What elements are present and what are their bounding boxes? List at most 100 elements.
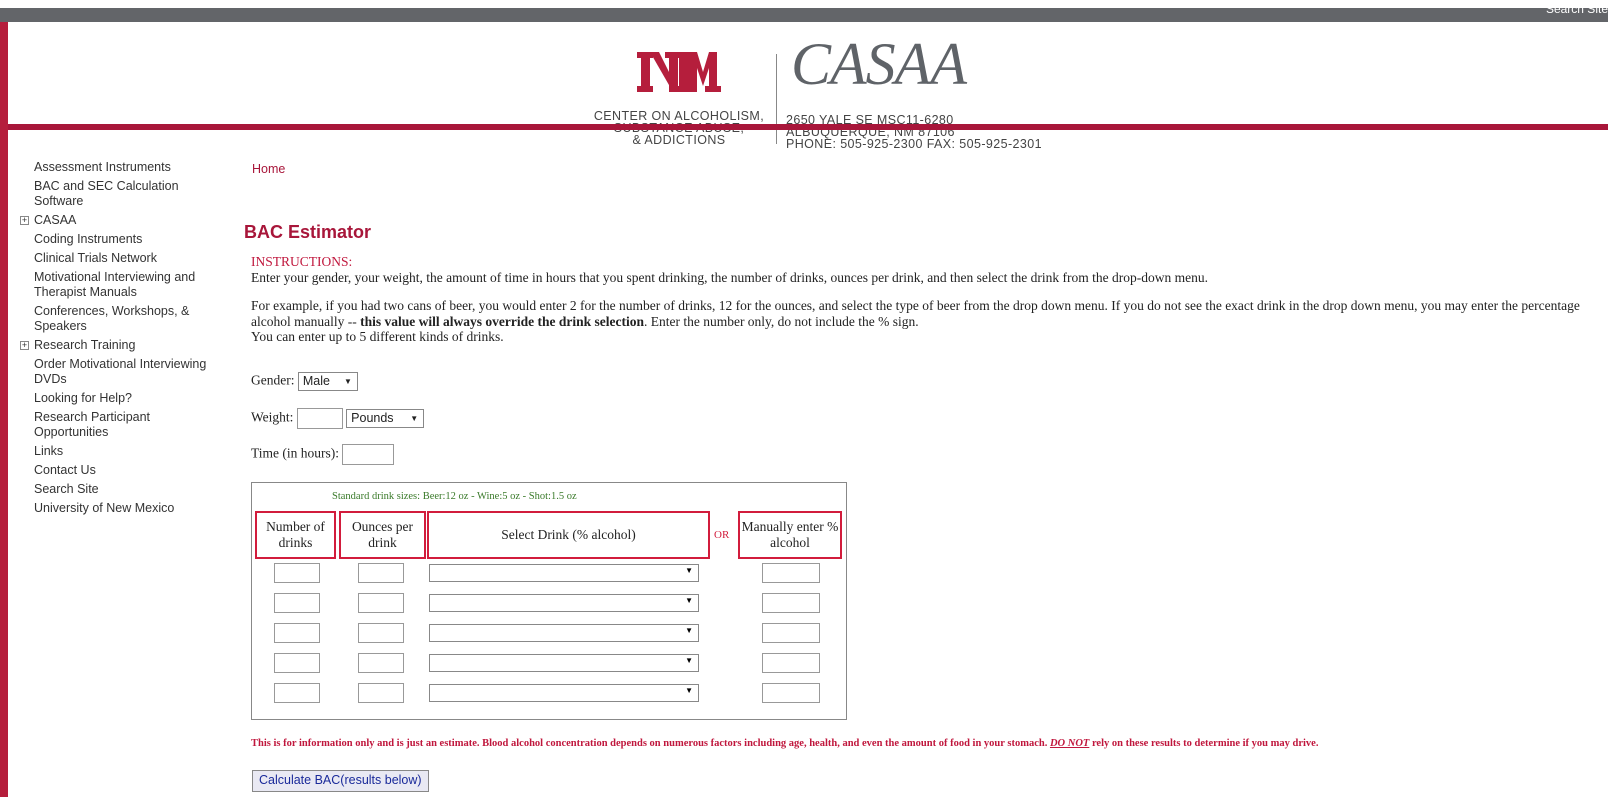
manual-alcohol-input[interactable] bbox=[762, 683, 820, 703]
manual-alcohol-input[interactable] bbox=[762, 593, 820, 613]
drink-select[interactable]: ▼ bbox=[429, 624, 699, 642]
dropdown-arrow-icon: ▼ bbox=[685, 686, 693, 695]
weight-label: Weight: bbox=[251, 409, 294, 425]
instructions-title: INSTRUCTIONS: bbox=[251, 254, 353, 269]
number-of-drinks-input[interactable] bbox=[274, 563, 320, 583]
sidebar-nav: Assessment Instruments BAC and SEC Calcul… bbox=[20, 158, 210, 518]
gender-selected: Male bbox=[302, 374, 330, 388]
dropdown-arrow-icon: ▼ bbox=[685, 656, 693, 665]
gender-select[interactable]: Male ▼ bbox=[297, 372, 358, 391]
sidebar-item-label: Search Site bbox=[34, 482, 99, 496]
drink-select[interactable]: ▼ bbox=[429, 564, 699, 582]
address-line: PHONE: 505-925-2300 FAX: 505-925-2301 bbox=[786, 137, 1042, 151]
ounces-per-drink-input[interactable] bbox=[358, 683, 404, 703]
weight-row: Weight: Pounds ▼ bbox=[251, 408, 425, 429]
number-of-drinks-input[interactable] bbox=[274, 653, 320, 673]
sidebar-item[interactable]: Assessment Instruments bbox=[20, 158, 210, 177]
time-row: Time (in hours): bbox=[251, 444, 395, 465]
drink-select[interactable]: ▼ bbox=[429, 594, 699, 612]
sidebar-item-label: Clinical Trials Network bbox=[34, 251, 157, 265]
header-select-drink: Select Drink (% alcohol) bbox=[427, 511, 710, 559]
override-note: this value will always override the drin… bbox=[360, 313, 644, 329]
sidebar-item-label: Contact Us bbox=[34, 463, 96, 477]
disclaimer-text: This is for information only and is just… bbox=[251, 738, 1050, 749]
dropdown-arrow-icon: ▼ bbox=[685, 596, 693, 605]
instructions-line-3: You can enter up to 5 different kinds of… bbox=[251, 329, 504, 344]
manual-alcohol-input[interactable] bbox=[762, 563, 820, 583]
sidebar-item-label: Research Participant Opportunities bbox=[34, 410, 151, 439]
standard-drink-sizes: Standard drink sizes: Beer:12 oz - Wine:… bbox=[332, 491, 577, 502]
sidebar-item-label: Research Training bbox=[34, 338, 136, 352]
sidebar-item-label: Assessment Instruments bbox=[34, 160, 171, 174]
sidebar-item-label: Coding Instruments bbox=[34, 232, 143, 246]
search-site-link[interactable]: Search Site bbox=[1546, 2, 1608, 16]
instructions: INSTRUCTIONS: Enter your gender, your we… bbox=[251, 254, 1591, 345]
time-input[interactable] bbox=[342, 444, 395, 465]
or-label: OR bbox=[714, 529, 730, 541]
sidebar-item[interactable]: Search Site bbox=[20, 480, 210, 499]
unm-logo-icon[interactable] bbox=[633, 46, 725, 94]
header-manual-alcohol: Manually enter % alcohol bbox=[738, 511, 842, 559]
breadcrumb-home[interactable]: Home bbox=[252, 162, 285, 176]
dropdown-arrow-icon: ▼ bbox=[410, 414, 419, 423]
gender-label: Gender: bbox=[251, 372, 295, 388]
site-header: CASAA CENTER ON ALCOHOLISM, SUBSTANCE AB… bbox=[8, 22, 1608, 150]
sidebar-item-label: BAC and SEC Calculation Software bbox=[34, 179, 179, 208]
instructions-example: For example, if you had two cans of beer… bbox=[251, 298, 1591, 329]
expand-icon[interactable]: + bbox=[20, 341, 29, 350]
sidebar-item[interactable]: Research Participant Opportunities bbox=[20, 408, 210, 442]
sidebar-item[interactable]: Coding Instruments bbox=[20, 230, 210, 249]
sidebar-item[interactable]: Clinical Trials Network bbox=[20, 249, 210, 268]
calculate-bac-button[interactable]: Calculate BAC(results below) bbox=[252, 770, 429, 792]
number-of-drinks-input[interactable] bbox=[274, 593, 320, 613]
ounces-per-drink-input[interactable] bbox=[358, 623, 404, 643]
number-of-drinks-input[interactable] bbox=[274, 623, 320, 643]
page-title: BAC Estimator bbox=[244, 222, 372, 242]
ounces-per-drink-input[interactable] bbox=[358, 653, 404, 673]
top-bar: Search Site bbox=[0, 0, 1608, 22]
weight-unit-select[interactable]: Pounds ▼ bbox=[346, 409, 425, 428]
sidebar-item[interactable]: Looking for Help? bbox=[20, 389, 210, 408]
time-label: Time (in hours): bbox=[251, 445, 340, 461]
left-accent-bar bbox=[0, 22, 8, 797]
sidebar-item-label: Order Motivational Interviewing DVDs bbox=[34, 357, 207, 386]
dropdown-arrow-icon: ▼ bbox=[685, 626, 693, 635]
weight-input[interactable] bbox=[296, 408, 343, 429]
header-number-of-drinks: Number of drinks bbox=[255, 511, 336, 559]
sidebar-item[interactable]: University of New Mexico bbox=[20, 499, 210, 518]
sidebar-item[interactable]: Links bbox=[20, 442, 210, 461]
sidebar-item[interactable]: Conferences, Workshops, & Speakers bbox=[20, 302, 210, 336]
gender-row: Gender: Male ▼ bbox=[251, 372, 358, 391]
weight-unit-selected: Pounds bbox=[351, 411, 394, 425]
sidebar-item[interactable]: Motivational Interviewing and Therapist … bbox=[20, 268, 210, 302]
header-ounces-per-drink: Ounces per drink bbox=[339, 511, 426, 559]
sidebar-item-label: Links bbox=[34, 444, 64, 458]
sidebar-item-label: Motivational Interviewing and Therapist … bbox=[34, 270, 196, 299]
sidebar-item[interactable]: BAC and SEC Calculation Software bbox=[20, 177, 210, 211]
drinks-table: Standard drink sizes: Beer:12 oz - Wine:… bbox=[251, 482, 847, 720]
instructions-line-1: Enter your gender, your weight, the amou… bbox=[251, 269, 1208, 285]
sidebar-item-label: Conferences, Workshops, & Speakers bbox=[34, 304, 190, 333]
disclaimer-text-end: rely on these results to determine if yo… bbox=[1089, 738, 1319, 749]
casaa-logo[interactable]: CASAA bbox=[791, 30, 967, 99]
drink-select[interactable]: ▼ bbox=[429, 654, 699, 672]
sidebar-item[interactable]: Order Motivational Interviewing DVDs bbox=[20, 355, 210, 389]
sidebar-item[interactable]: Contact Us bbox=[20, 461, 210, 480]
drink-select[interactable]: ▼ bbox=[429, 684, 699, 702]
ounces-per-drink-input[interactable] bbox=[358, 563, 404, 583]
top-strip bbox=[0, 0, 1608, 8]
expand-icon[interactable]: + bbox=[20, 216, 29, 225]
example-text-end: . Enter the number only, do not include … bbox=[643, 313, 919, 329]
sidebar-item[interactable]: + Research Training bbox=[20, 336, 210, 355]
dropdown-arrow-icon: ▼ bbox=[685, 566, 693, 575]
logo-divider bbox=[776, 54, 777, 144]
manual-alcohol-input[interactable] bbox=[762, 653, 820, 673]
sidebar-item-label: University of New Mexico bbox=[34, 501, 175, 515]
number-of-drinks-input[interactable] bbox=[274, 683, 320, 703]
disclaimer: This is for information only and is just… bbox=[251, 738, 1318, 749]
sidebar-item[interactable]: + CASAA bbox=[20, 211, 210, 230]
header-divider bbox=[8, 124, 1608, 130]
sidebar-item-label: Looking for Help? bbox=[34, 391, 132, 405]
manual-alcohol-input[interactable] bbox=[762, 623, 820, 643]
ounces-per-drink-input[interactable] bbox=[358, 593, 404, 613]
